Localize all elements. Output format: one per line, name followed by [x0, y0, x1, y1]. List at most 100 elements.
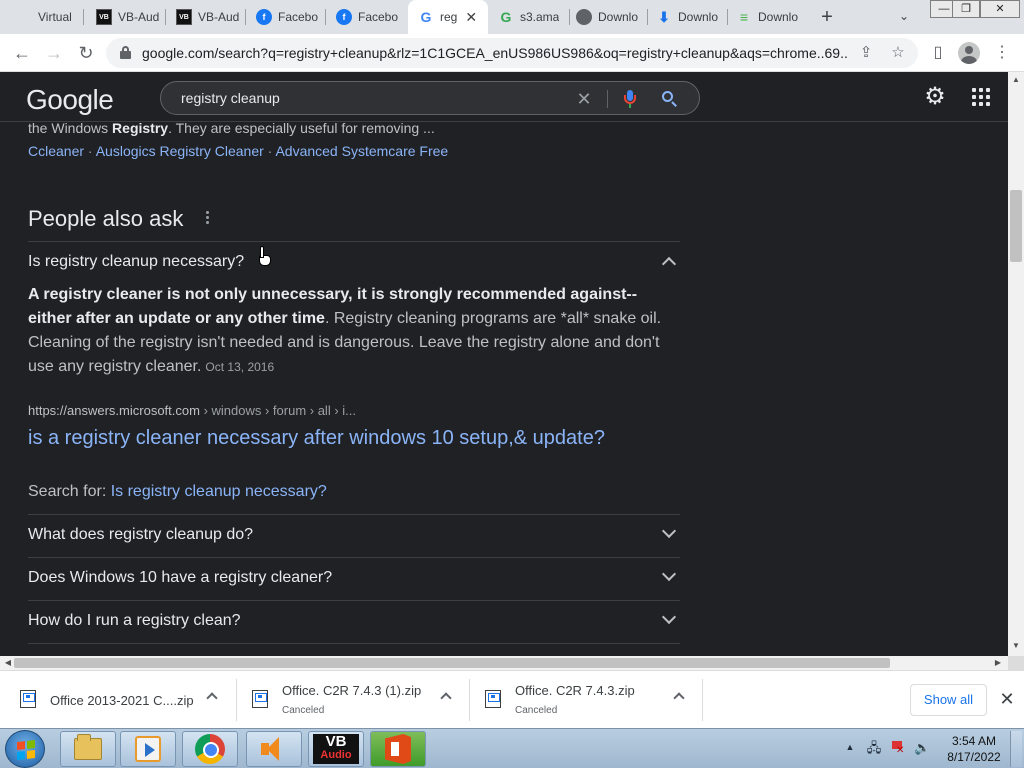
chevron-down-icon	[661, 609, 677, 625]
search-results: the Windows Registry. They are especiall…	[0, 122, 1008, 656]
tab-title: Facebo	[278, 10, 319, 24]
address-bar[interactable]: google.com/search?q=registry+cleanup&rlz…	[106, 38, 918, 68]
scroll-down-icon[interactable]: ▼	[1012, 642, 1020, 650]
google-apps-grid-icon[interactable]	[972, 88, 990, 106]
tab-title: VB-Aud	[118, 10, 160, 24]
windows-taskbar: VBAudio ▲ 🖧 🔈 3:54 AM 8/17/2022	[0, 728, 1024, 768]
network-icon[interactable]: 🖧	[866, 739, 882, 757]
menu-kebab-icon[interactable]: ⋮	[990, 41, 1014, 65]
tab-title: Facebo	[358, 10, 399, 24]
close-shelf-icon[interactable]: ✕	[998, 689, 1016, 709]
scroll-thumb[interactable]	[14, 658, 890, 668]
system-clock[interactable]: 3:54 AM 8/17/2022	[944, 733, 1004, 765]
taskbar-media-player[interactable]	[120, 731, 176, 767]
chevron-up-icon[interactable]	[440, 692, 452, 704]
forward-button[interactable]: →	[42, 41, 66, 65]
paa-question[interactable]: Does Windows 10 have a registry cleaner?	[28, 557, 680, 599]
zip-file-icon	[252, 690, 268, 708]
question-text: Does Windows 10 have a registry cleaner?	[28, 569, 333, 586]
volume-icon[interactable]: 🔈	[914, 739, 930, 757]
tab-title: VB-Aud	[198, 10, 240, 24]
tab-title: Downlo	[758, 10, 799, 24]
search-for-row: Search for: Is registry cleanup necessar…	[28, 483, 327, 500]
settings-gear-icon[interactable]: ⚙	[922, 84, 948, 110]
search-icon[interactable]	[659, 88, 681, 110]
close-window-button[interactable]: ✕	[980, 0, 1020, 18]
tab-s3[interactable]: G s3.ama	[490, 0, 570, 34]
tab-close-icon[interactable]: ✕	[465, 9, 477, 26]
tab-download-1[interactable]: Downlo	[570, 0, 648, 34]
paa-question[interactable]: How do I run a registry clean?	[28, 600, 680, 642]
search-for-link[interactable]: Is registry cleanup necessary?	[111, 483, 327, 500]
google-header: Google registry cleanup ✕ ⚙	[0, 72, 1008, 122]
more-options-icon[interactable]	[202, 210, 212, 226]
download-status: Canceled	[282, 705, 325, 716]
download-icon: ⬇	[658, 8, 670, 25]
clear-search-icon[interactable]: ✕	[573, 88, 595, 110]
back-button[interactable]: ←	[10, 41, 34, 65]
share-icon[interactable]: ⇪	[856, 43, 876, 63]
scroll-thumb[interactable]	[1010, 190, 1022, 262]
chevron-up-icon[interactable]	[673, 692, 685, 704]
download-item[interactable]: Office. C2R 7.4.3.zip Canceled	[485, 671, 695, 729]
question-text: What does registry cleanup do?	[28, 526, 254, 543]
voice-search-mic-icon[interactable]	[619, 88, 641, 110]
start-button[interactable]	[5, 730, 45, 768]
search-query[interactable]: registry cleanup	[181, 90, 280, 106]
bookmark-star-icon[interactable]: ☆	[888, 43, 908, 63]
related-link[interactable]: Ccleaner	[28, 143, 84, 159]
scroll-up-icon[interactable]: ▲	[1012, 76, 1020, 84]
taskbar-vb-audio[interactable]: VB Audio	[308, 731, 364, 767]
tab-download-3[interactable]: ≡ Downlo	[728, 0, 808, 34]
restore-button[interactable]: ❐	[952, 0, 980, 18]
show-hidden-icons-icon[interactable]: ▲	[845, 742, 855, 752]
answer-date: Oct 13, 2016	[205, 360, 275, 374]
vertical-scrollbar[interactable]: ▲ ▼	[1008, 72, 1024, 656]
tab-google-search[interactable]: G reg ✕	[408, 0, 488, 34]
s3-icon: G	[500, 9, 512, 25]
tab-search-chevron-icon[interactable]: ⌄	[896, 9, 912, 25]
lines-icon: ≡	[739, 9, 749, 25]
chevron-up-icon[interactable]	[206, 692, 218, 704]
new-tab-button[interactable]: +	[816, 6, 838, 28]
taskbar-office[interactable]	[370, 731, 426, 767]
chrome-icon	[195, 734, 225, 764]
speaker-icon	[259, 736, 289, 762]
related-link[interactable]: Auslogics Registry Cleaner	[96, 143, 264, 159]
related-link[interactable]: Advanced Systemcare Free	[275, 143, 448, 159]
side-panel-icon[interactable]: ▯	[926, 41, 950, 65]
hand-cursor-icon	[258, 246, 272, 268]
taskbar-explorer[interactable]	[60, 731, 116, 767]
taskbar-audio[interactable]	[246, 731, 302, 767]
scroll-left-icon[interactable]: ◀	[4, 659, 12, 667]
tab-title: Downlo	[678, 10, 719, 24]
zip-file-icon	[485, 690, 501, 708]
tab-download-2[interactable]: ⬇ Downlo	[648, 0, 728, 34]
paa-question[interactable]: What does registry cleanup do?	[28, 514, 680, 556]
google-logo[interactable]: Google	[26, 84, 114, 116]
url-text[interactable]: google.com/search?q=registry+cleanup&rlz…	[142, 45, 848, 61]
tab-facebook-2[interactable]: f Facebo	[326, 0, 406, 34]
paa-question-expanded[interactable]: Is registry cleanup necessary?	[28, 241, 680, 283]
tab-facebook-1[interactable]: f Facebo	[246, 0, 326, 34]
reload-button[interactable]: ↻	[74, 41, 98, 65]
tab-vb-audio-2[interactable]: VB VB-Aud	[166, 0, 246, 34]
show-all-downloads-button[interactable]: Show all	[910, 684, 987, 716]
horizontal-scrollbar[interactable]: ◀ ▶	[0, 656, 1008, 670]
profile-avatar[interactable]	[958, 42, 980, 64]
google-icon: G	[420, 9, 432, 25]
result-title-link[interactable]: is a registry cleaner necessary after wi…	[28, 427, 605, 450]
download-item[interactable]: Office 2013-2021 C....zip	[20, 671, 230, 729]
tab-vb-audio-1[interactable]: VB VB-Aud	[84, 0, 166, 34]
taskbar-chrome[interactable]	[182, 731, 238, 767]
action-center-flag-icon[interactable]	[890, 739, 906, 757]
scroll-right-icon[interactable]: ▶	[994, 659, 1002, 667]
show-desktop-button[interactable]	[1010, 731, 1022, 767]
tab-virtual[interactable]: Virtual	[0, 0, 84, 34]
result-citation[interactable]: https://answers.microsoft.com › windows …	[28, 403, 356, 418]
search-input[interactable]: registry cleanup ✕	[160, 81, 700, 115]
windows-logo-icon	[17, 740, 35, 760]
facebook-icon: f	[256, 9, 272, 25]
clock-date: 8/17/2022	[947, 750, 1001, 764]
download-item[interactable]: Office. C2R 7.4.3 (1).zip Canceled	[252, 671, 462, 729]
